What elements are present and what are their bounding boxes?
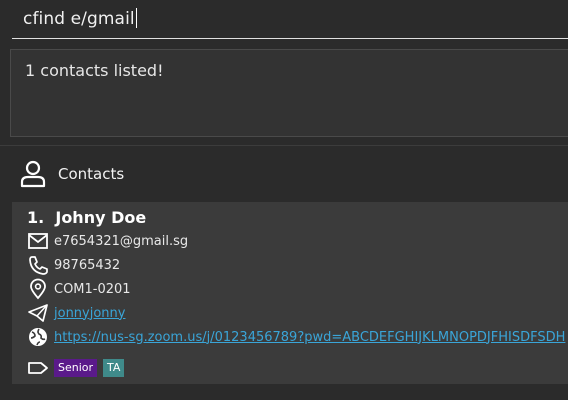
- command-input-box[interactable]: cfind e/gmail: [12, 0, 568, 39]
- contacts-title: Contacts: [58, 165, 125, 183]
- tag-icon: [28, 362, 48, 374]
- contact-name: Johny Doe: [55, 208, 147, 227]
- tag-senior: Senior: [54, 359, 98, 377]
- phone-icon: [29, 256, 48, 275]
- location-pin-icon: [30, 278, 46, 300]
- phone-row: 98765432: [27, 254, 120, 276]
- tags-row: Senior TA: [27, 357, 130, 379]
- contacts-header: Contacts: [18, 158, 124, 190]
- result-display: 1 contacts listed!: [10, 49, 568, 137]
- globe-icon: [29, 328, 47, 346]
- person-icon: [20, 160, 46, 188]
- contact-address: COM1-0201: [54, 281, 131, 297]
- telegram-icon: [28, 304, 48, 322]
- contact-index: 1.: [27, 208, 45, 227]
- tag-list: Senior TA: [54, 359, 130, 377]
- contact-name-row: 1. Johny Doe: [27, 208, 146, 227]
- contact-telegram-link[interactable]: jonnyjonny: [54, 306, 125, 321]
- email-row: e7654321@gmail.sg: [27, 230, 188, 252]
- section-divider: [0, 145, 568, 146]
- contact-zoom-link[interactable]: https://nus-sg.zoom.us/j/0123456789?pwd=…: [54, 330, 565, 345]
- result-message: 1 contacts listed!: [25, 61, 164, 80]
- zoom-row: https://nus-sg.zoom.us/j/0123456789?pwd=…: [27, 326, 565, 348]
- text-caret: [135, 8, 137, 28]
- contact-phone: 98765432: [54, 257, 121, 273]
- command-input[interactable]: cfind e/gmail: [23, 8, 137, 29]
- email-icon: [28, 233, 48, 249]
- tag-ta: TA: [103, 359, 125, 377]
- address-row: COM1-0201: [27, 278, 131, 300]
- contact-email: e7654321@gmail.sg: [54, 233, 189, 249]
- contact-card[interactable]: 1. Johny Doe e7654321@gmail.sg 98765432 …: [12, 202, 568, 384]
- telegram-row: jonnyjonny: [27, 302, 125, 324]
